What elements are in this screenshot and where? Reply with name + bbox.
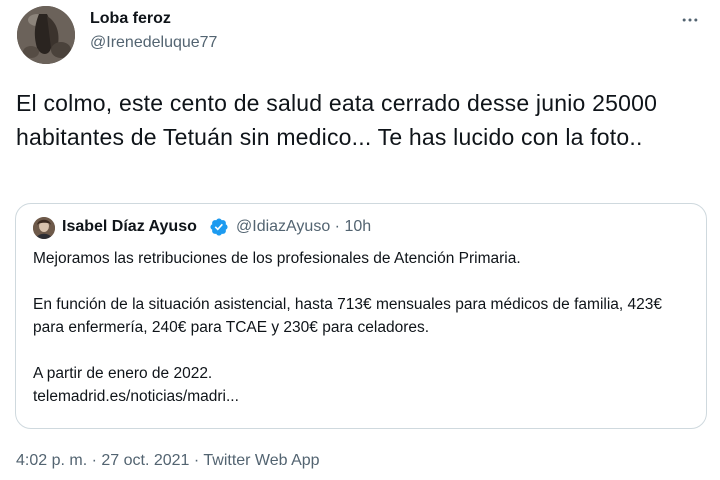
verified-badge-icon bbox=[210, 218, 228, 236]
author-avatar[interactable] bbox=[17, 6, 75, 64]
quoted-author-name: Isabel Díaz Ayuso bbox=[62, 218, 197, 235]
tweet: Loba feroz @Irenedeluque77 El colmo, est… bbox=[0, 0, 720, 480]
quoted-tweet[interactable]: Isabel Díaz Ayuso @IdiazAyuso · 10h Mejo… bbox=[15, 203, 707, 429]
quoted-author-avatar bbox=[33, 217, 55, 239]
quoted-handle-time: @IdiazAyuso · 10h bbox=[236, 218, 372, 235]
portrait-avatar-image bbox=[33, 217, 55, 239]
tweet-text: El colmo, este cento de salud eata cerra… bbox=[16, 90, 658, 150]
tweet-timestamp[interactable]: 4:02 p. m. · 27 oct. 2021 · Twitter Web … bbox=[16, 452, 320, 470]
bat-avatar-image bbox=[17, 6, 75, 64]
author-display-name[interactable]: Loba feroz bbox=[90, 10, 171, 28]
author-handle[interactable]: @Irenedeluque77 bbox=[90, 34, 217, 52]
quoted-paragraph: Mejoramos las retribuciones de los profe… bbox=[33, 250, 521, 267]
quoted-tweet-body: Mejoramos las retribuciones de los profe… bbox=[33, 247, 693, 408]
more-options-button[interactable] bbox=[676, 8, 704, 32]
quoted-paragraph: A partir de enero de 2022. bbox=[33, 365, 213, 382]
quoted-link[interactable]: telemadrid.es/noticias/madri... bbox=[33, 385, 693, 408]
timestamp-text[interactable]: 4:02 p. m. · 27 oct. 2021 · Twitter Web … bbox=[16, 452, 320, 469]
more-horizontal-icon bbox=[682, 18, 698, 22]
quoted-paragraph: En función de la situación asistencial, … bbox=[33, 296, 662, 336]
